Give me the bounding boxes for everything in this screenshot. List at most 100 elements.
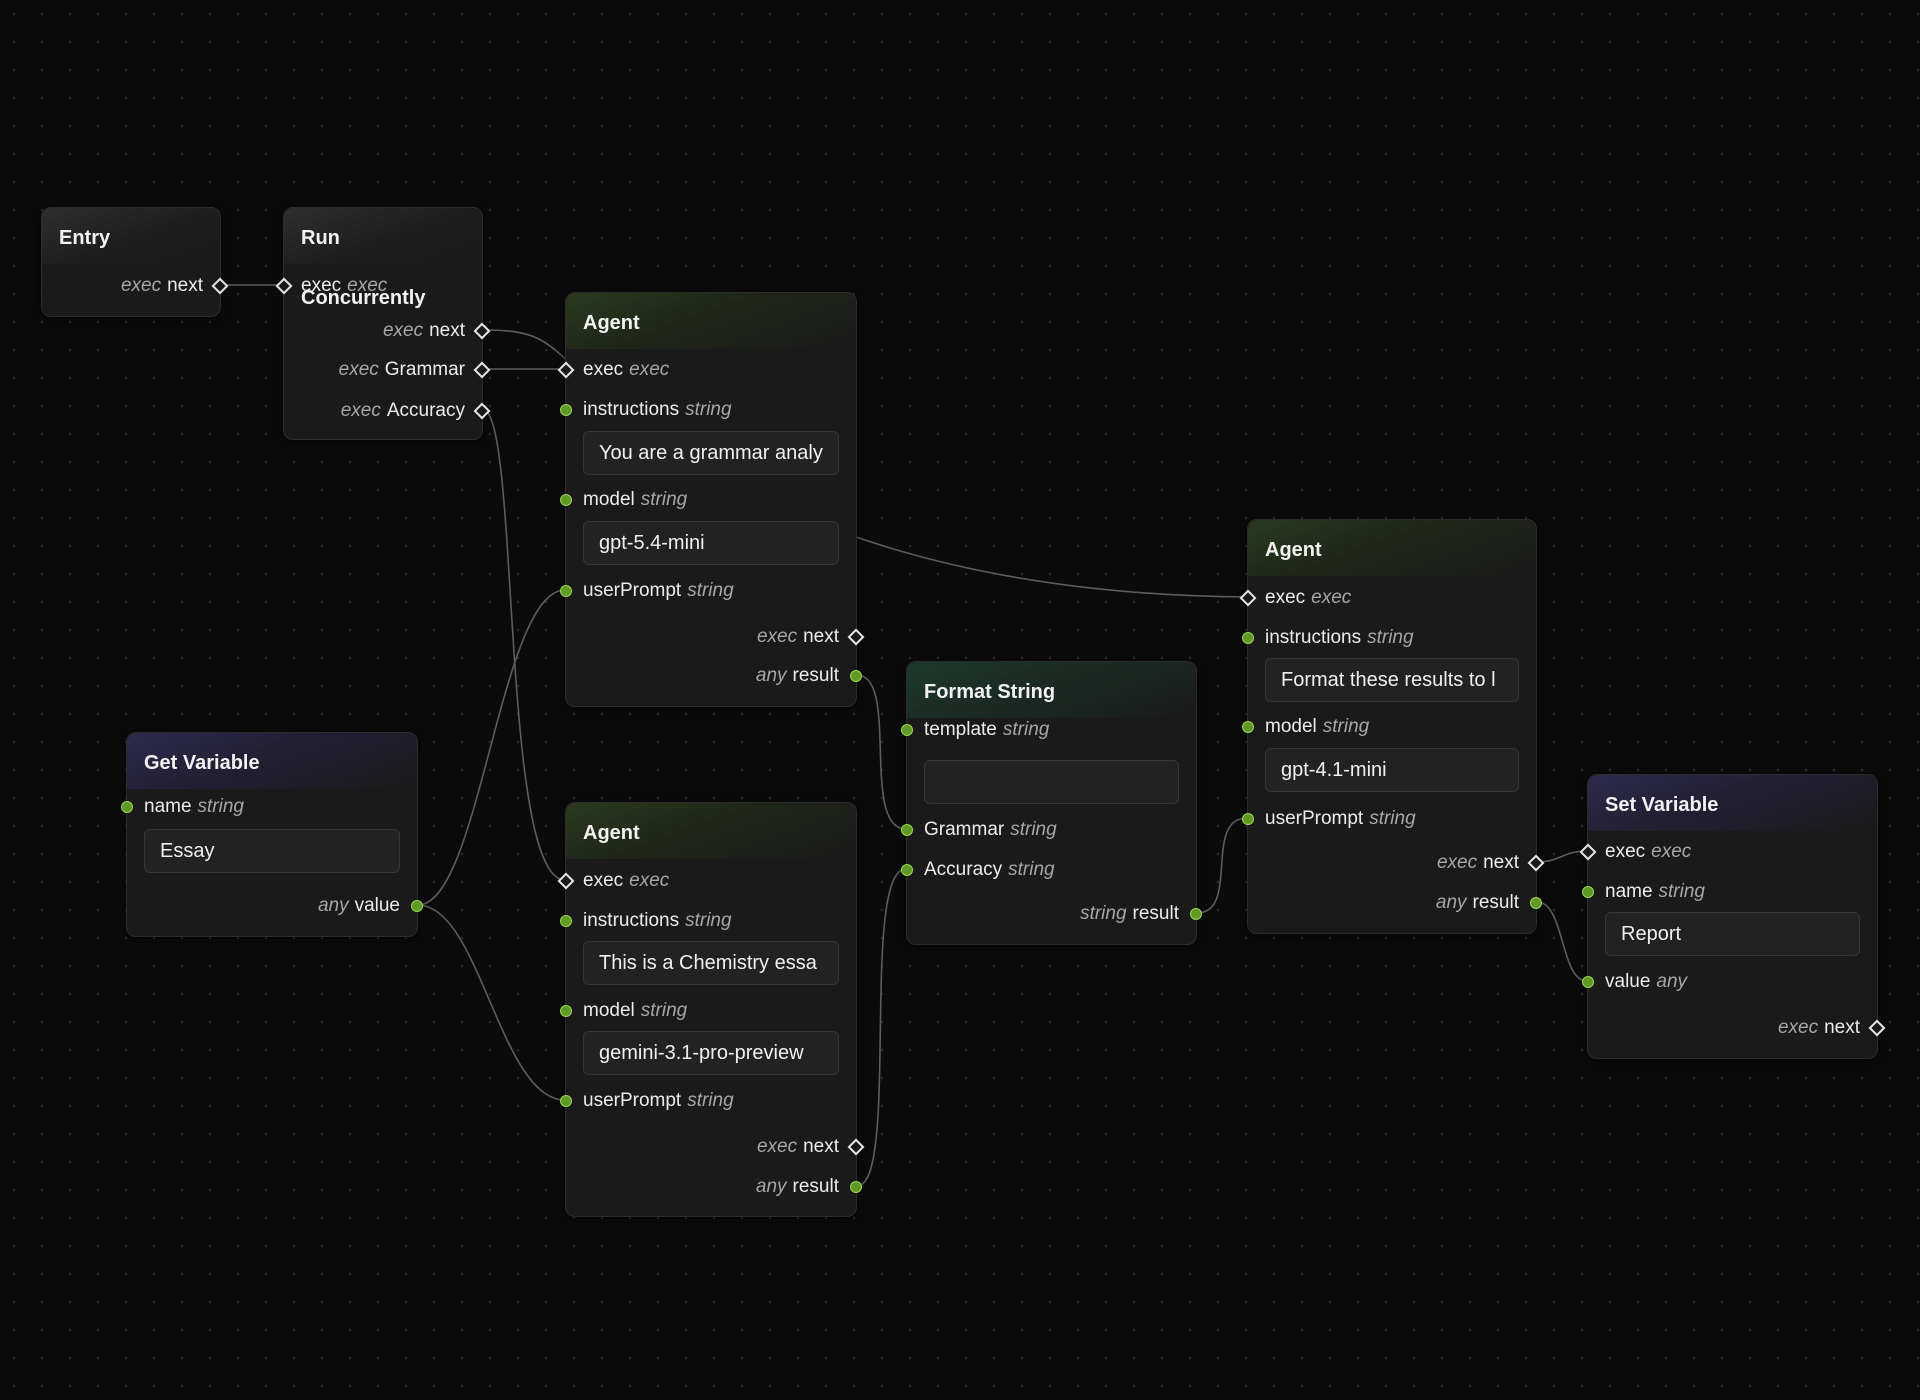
template-input[interactable]: template string	[901, 714, 1196, 746]
data-pin-icon[interactable]	[901, 724, 913, 736]
entry-node[interactable]: Entry exec next	[41, 207, 229, 317]
agent-grammar-node[interactable]: Agent exec exec instructions string You ar…	[557, 292, 865, 707]
exec-pin-icon[interactable]	[557, 872, 575, 890]
accuracy-exec-output[interactable]: exec Accuracy	[284, 395, 491, 427]
variable-name-field[interactable]: Essay	[144, 829, 400, 873]
model-input[interactable]: model string	[560, 995, 856, 1027]
next-exec-output[interactable]: exec next	[42, 270, 229, 302]
result-output[interactable]: string result	[907, 898, 1202, 930]
exec-pin-icon[interactable]	[557, 361, 575, 379]
name-input[interactable]: name string	[1582, 876, 1877, 908]
data-pin-icon[interactable]	[901, 824, 913, 836]
exec-pin-icon[interactable]	[1527, 854, 1545, 872]
port-label: next	[1824, 1017, 1860, 1038]
data-pin-icon[interactable]	[850, 670, 862, 682]
port-label: exec	[583, 359, 624, 380]
result-output[interactable]: any result	[566, 660, 862, 692]
value-input[interactable]: value any	[1582, 966, 1877, 998]
instructions-input[interactable]: instructions string	[1242, 622, 1536, 654]
get-variable-node[interactable]: Get Variable name string Essay any value	[121, 732, 423, 937]
variable-name-field[interactable]: Report	[1605, 912, 1860, 956]
next-exec-output[interactable]: exec next	[284, 315, 491, 347]
template-field[interactable]	[924, 760, 1179, 804]
exec-input[interactable]: exec exec	[1239, 582, 1536, 614]
graph-canvas[interactable]: Entry exec next Run Concurrently exec exec…	[0, 0, 1920, 1400]
instructions-field[interactable]: Format these results to l	[1265, 658, 1519, 702]
exec-pin-icon[interactable]	[1868, 1019, 1886, 1037]
data-pin-icon[interactable]	[560, 1005, 572, 1017]
data-pin-icon[interactable]	[1190, 908, 1202, 920]
data-pin-icon[interactable]	[560, 404, 572, 416]
port-type: string	[1367, 627, 1414, 648]
node-title: Get Variable	[127, 733, 417, 789]
data-pin-icon[interactable]	[1530, 897, 1542, 909]
data-pin-icon[interactable]	[121, 801, 133, 813]
port-label: Accuracy	[924, 859, 1003, 880]
port-label: result	[792, 1176, 839, 1197]
exec-pin-icon[interactable]	[847, 1138, 865, 1156]
exec-pin-icon[interactable]	[847, 628, 865, 646]
port-type: any	[1656, 971, 1688, 992]
format-string-node[interactable]: Format String template string Grammar stri…	[901, 661, 1202, 945]
result-output[interactable]: any result	[566, 1171, 862, 1203]
data-pin-icon[interactable]	[411, 900, 423, 912]
exec-pin-icon[interactable]	[473, 322, 491, 340]
set-variable-node[interactable]: Set Variable exec exec name string Report …	[1579, 774, 1886, 1059]
next-exec-output[interactable]: exec next	[1588, 1012, 1886, 1044]
agent-final-node[interactable]: Agent exec exec instructions string Format…	[1239, 519, 1545, 934]
agent-accuracy-node[interactable]: Agent exec exec instructions string This i…	[557, 802, 865, 1217]
data-pin-icon[interactable]	[850, 1181, 862, 1193]
data-pin-icon[interactable]	[1582, 976, 1594, 988]
instructions-field[interactable]: You are a grammar analy	[583, 431, 839, 475]
model-input[interactable]: model string	[1242, 711, 1536, 743]
exec-pin-icon[interactable]	[1239, 589, 1257, 607]
data-pin-icon[interactable]	[1242, 632, 1254, 644]
exec-pin-icon[interactable]	[275, 277, 293, 295]
model-input[interactable]: model string	[560, 484, 856, 516]
data-pin-icon[interactable]	[1242, 813, 1254, 825]
data-pin-icon[interactable]	[560, 494, 572, 506]
data-pin-icon[interactable]	[901, 864, 913, 876]
grammar-exec-output[interactable]: exec Grammar	[284, 354, 491, 386]
exec-input[interactable]: exec exec	[557, 354, 856, 386]
data-pin-icon[interactable]	[560, 915, 572, 927]
port-type: string	[1080, 903, 1127, 924]
run-concurrently-node[interactable]: Run Concurrently exec exec exec next exec G…	[275, 207, 491, 440]
next-exec-output[interactable]: exec next	[566, 621, 865, 653]
next-exec-output[interactable]: exec next	[1248, 847, 1545, 879]
port-label: value	[1605, 971, 1651, 992]
instructions-field[interactable]: This is a Chemistry essa	[583, 941, 839, 985]
port-type: exec	[382, 320, 424, 341]
node-title: Format String	[907, 662, 1196, 718]
exec-pin-icon[interactable]	[211, 277, 229, 295]
exec-pin-icon[interactable]	[1579, 843, 1597, 861]
model-field[interactable]: gpt-4.1-mini	[1265, 748, 1519, 792]
data-pin-icon[interactable]	[560, 585, 572, 597]
wire-accuracy-exec	[482, 409, 566, 881]
model-field[interactable]: gpt-5.4-mini	[583, 521, 839, 565]
port-type: string	[1002, 719, 1050, 740]
data-pin-icon[interactable]	[560, 1095, 572, 1107]
name-input[interactable]: name string	[121, 791, 417, 823]
exec-pin-icon[interactable]	[473, 402, 491, 420]
user-prompt-input[interactable]: userPrompt string	[560, 575, 856, 607]
user-prompt-input[interactable]: userPrompt string	[1242, 803, 1536, 835]
instructions-input[interactable]: instructions string	[560, 394, 856, 426]
exec-pin-icon[interactable]	[473, 361, 491, 379]
user-prompt-input[interactable]: userPrompt string	[560, 1085, 856, 1117]
grammar-input[interactable]: Grammar string	[901, 814, 1196, 846]
exec-input[interactable]: exec exec	[1579, 836, 1877, 868]
data-pin-icon[interactable]	[1582, 886, 1594, 898]
model-field[interactable]: gemini-3.1-pro-preview	[583, 1031, 839, 1075]
result-output[interactable]: any result	[1248, 887, 1542, 919]
instructions-input[interactable]: instructions string	[560, 905, 856, 937]
value-output[interactable]: any value	[127, 890, 423, 922]
exec-input[interactable]: exec exec	[557, 865, 856, 897]
exec-input[interactable]: exec exec	[275, 270, 482, 302]
port-label: next	[429, 320, 465, 341]
accuracy-input[interactable]: Accuracy string	[901, 854, 1196, 886]
data-pin-icon[interactable]	[1242, 721, 1254, 733]
next-exec-output[interactable]: exec next	[566, 1131, 865, 1163]
port-type: string	[1008, 859, 1055, 880]
port-type: string	[685, 399, 732, 420]
